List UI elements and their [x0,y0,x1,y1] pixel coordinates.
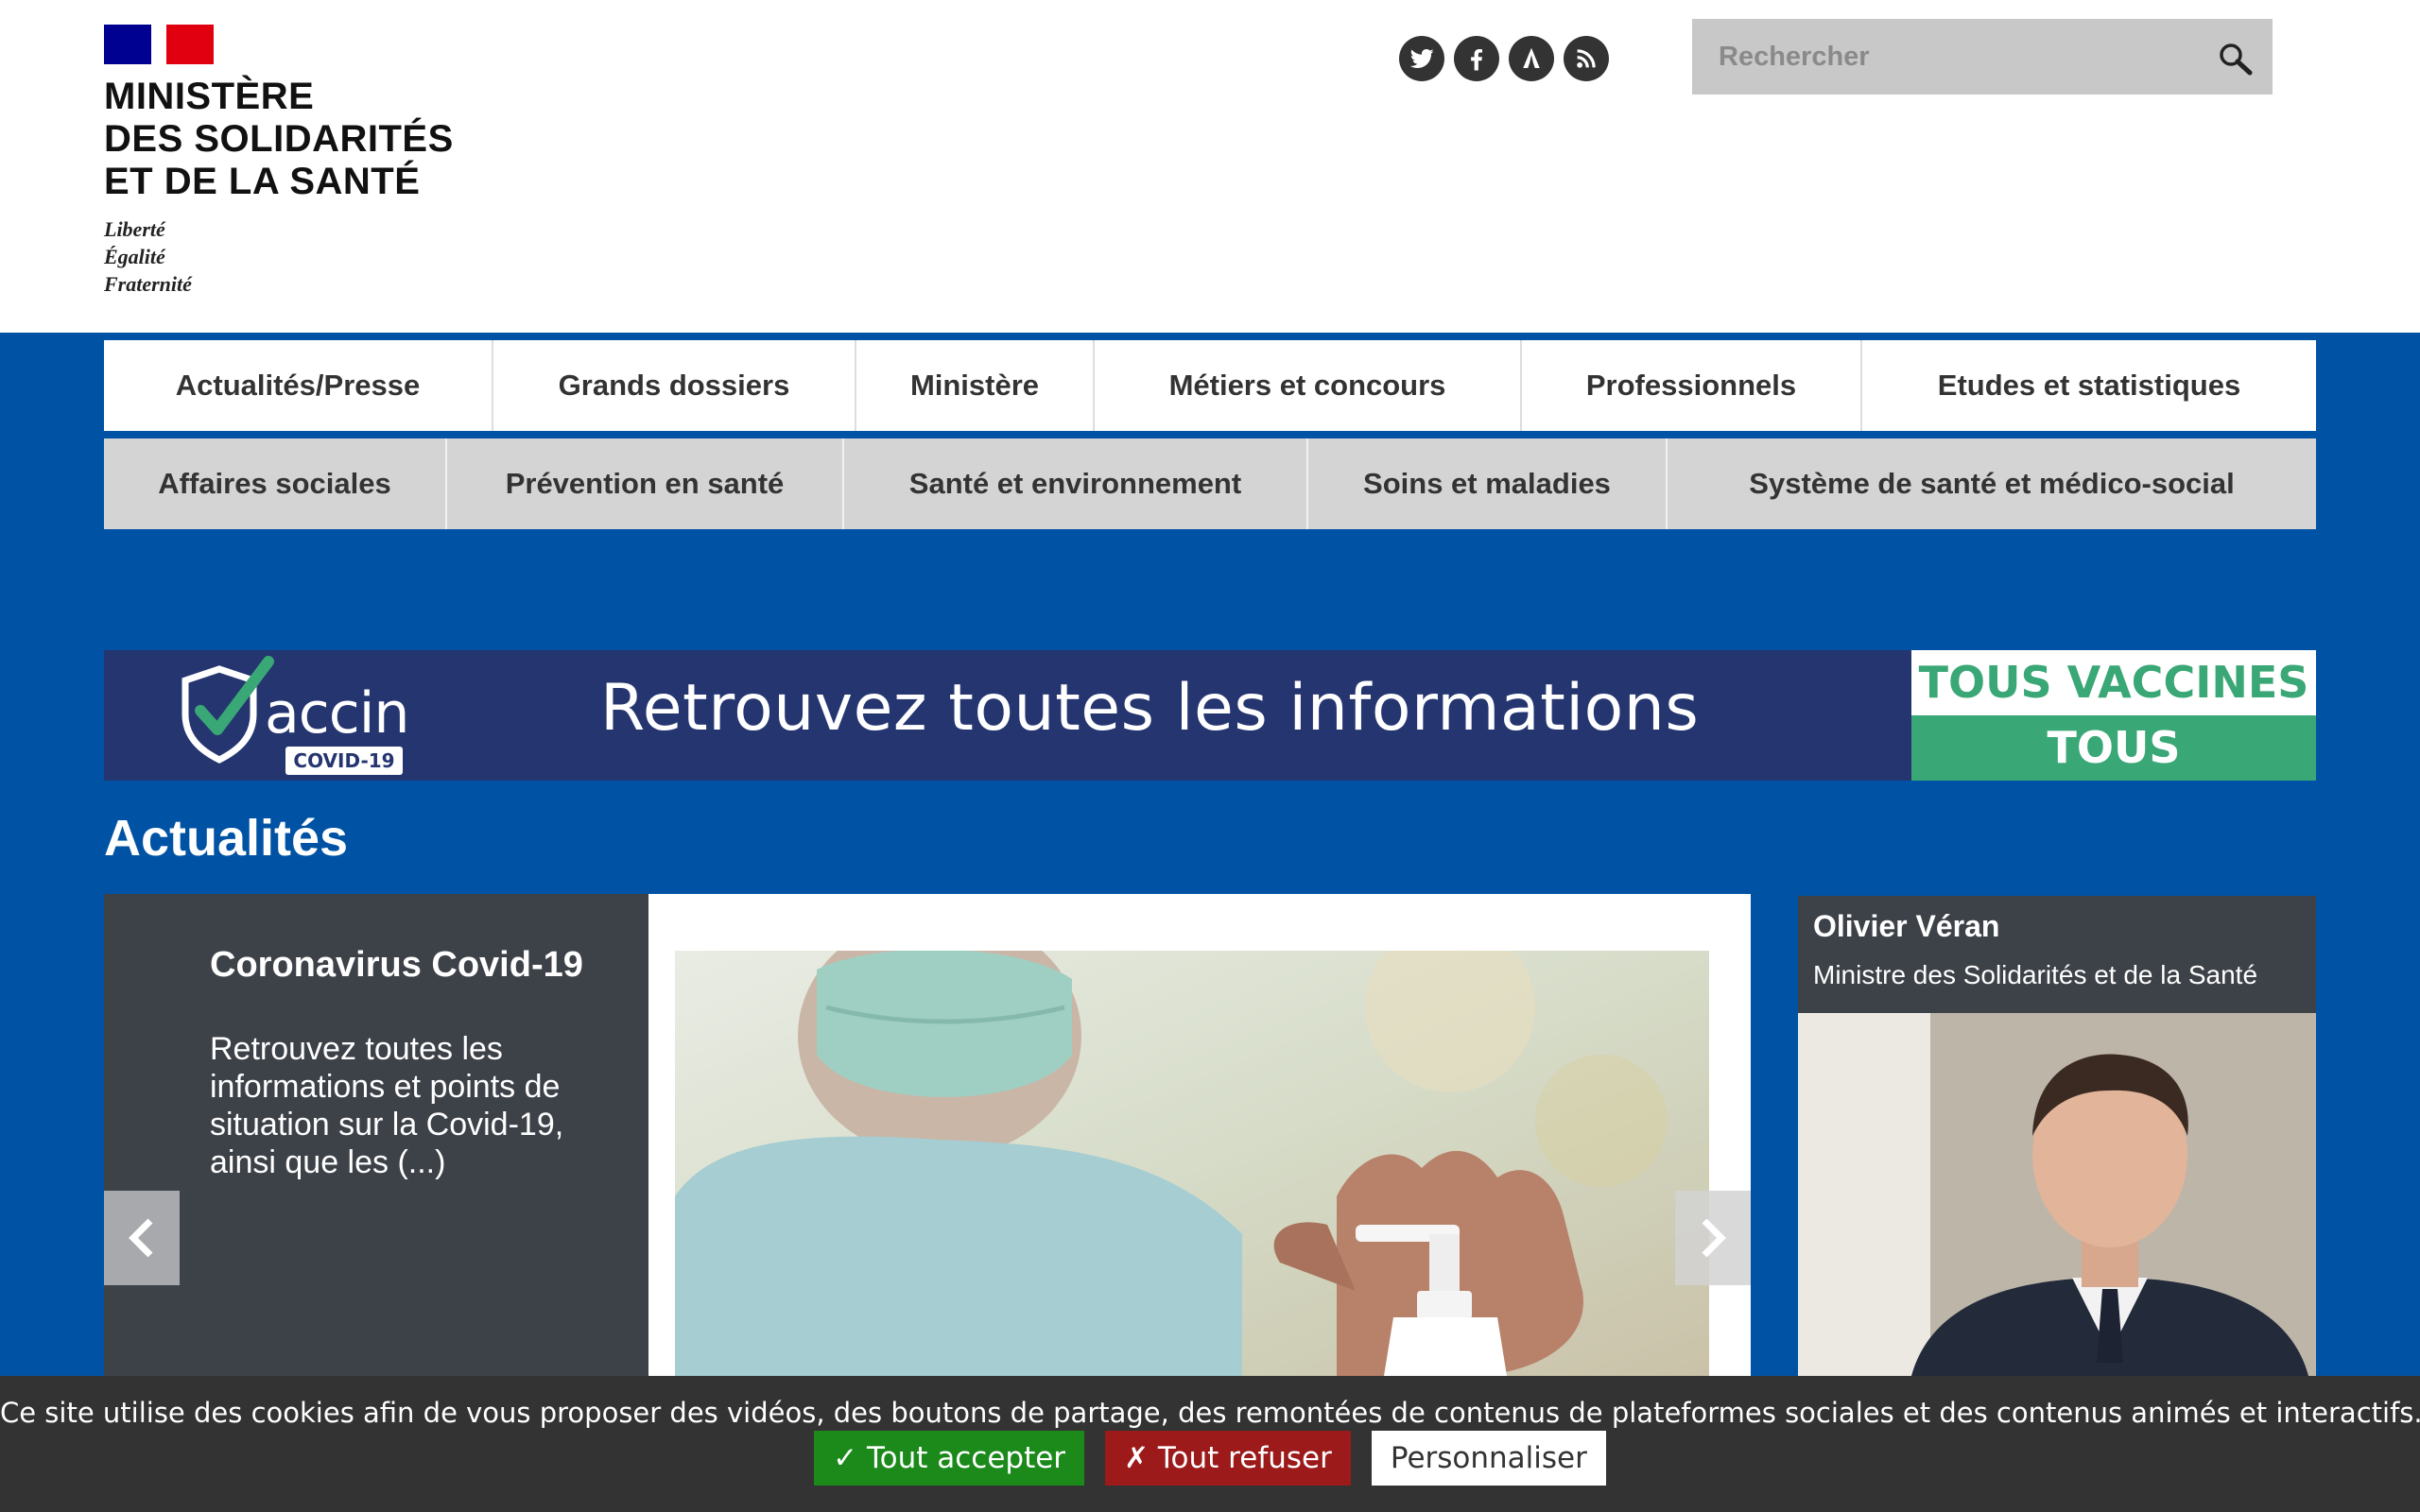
facebook-icon[interactable] [1454,36,1499,81]
motto-line: Fraternité [104,272,192,296]
slogan-bottom: TOUS PROTEGES [1911,715,2316,781]
nav-item-etudes-statistiques[interactable]: Etudes et statistiques [1862,340,2316,431]
nav-item-ministere[interactable]: Ministère [856,340,1095,431]
covid-tag: COVID-19 [285,747,403,775]
ministry-name-line: DES SOLIDARITÉS [104,118,454,160]
ministry-name-line: MINISTÈRE [104,76,315,117]
cookie-banner: Ce site utilise des cookies afin de vous… [0,1376,2420,1512]
minister-name[interactable]: Olivier Véran [1813,909,1999,944]
search-icon[interactable] [2216,40,2254,77]
rss-icon[interactable] [1564,36,1609,81]
vaccin-covid-logo: accin COVID-19 [174,656,420,777]
ministry-logo[interactable]: MINISTÈRE DES SOLIDARITÉS ET DE LA SANTÉ… [104,25,501,299]
chevron-right-icon [1702,1218,1726,1258]
section-title-actualites: Actualités [104,810,349,867]
nav-item-sante-environnement[interactable]: Santé et environnement [844,438,1308,529]
site-header: MINISTÈRE DES SOLIDARITÉS ET DE LA SANTÉ… [0,0,2420,333]
minister-role: Ministre des Solidarités et de la Santé [1813,960,2258,989]
customize-button[interactable]: Personnaliser [1371,1431,1606,1486]
ministry-name: MINISTÈRE DES SOLIDARITÉS ET DE LA SANTÉ [104,76,454,203]
accept-all-button[interactable]: ✓ Tout accepter [814,1431,1085,1486]
refuse-all-button[interactable]: ✗ Tout refuser [1105,1431,1351,1486]
news-image[interactable] [648,894,1751,1376]
banner-text: Retrouvez toutes les informations [600,671,1700,746]
motto-line: Liberté [104,217,165,241]
ministry-name-line: ET DE LA SANTÉ [104,161,421,202]
news-summary: Retrouvez toutes les informations et poi… [210,1031,564,1180]
nav-item-systeme-sante[interactable]: Système de santé et médico-social [1668,438,2316,529]
minister-card[interactable]: Olivier Véran Ministre des Solidarités e… [1798,896,2316,1376]
nav-item-affaires-sociales[interactable]: Affaires sociales [104,438,447,529]
motto-line: Égalité [104,245,165,268]
nav-item-metiers-concours[interactable]: Métiers et concours [1095,340,1522,431]
cookie-message: Ce site utilise des cookies afin de vous… [0,1397,2420,1429]
search-box [1692,19,2273,94]
republic-motto: Liberté Égalité Fraternité [104,215,192,298]
nav-item-soins-maladies[interactable]: Soins et maladies [1308,438,1668,529]
carousel-prev-button[interactable] [104,1191,180,1285]
search-input[interactable] [1692,19,2193,94]
chevron-left-icon [129,1218,153,1258]
vaccine-banner[interactable]: accin COVID-19 Retrouvez toutes les info… [104,650,2316,781]
dailymotion-icon[interactable] [1509,36,1554,81]
social-links [1399,36,1609,81]
slogan-top: TOUS VACCINES [1911,650,2316,715]
marianne-flag-icon [104,25,214,64]
twitter-icon[interactable] [1399,36,1444,81]
nav-item-actualites-presse[interactable]: Actualités/Presse [104,340,493,431]
nav-item-grands-dossiers[interactable]: Grands dossiers [493,340,856,431]
minister-photo [1798,1013,2316,1376]
carousel-next-button[interactable] [1675,1191,1751,1285]
nav-item-professionnels[interactable]: Professionnels [1522,340,1862,431]
cookie-actions: ✓ Tout accepter ✗ Tout refuser Personnal… [0,1431,2420,1486]
news-title[interactable]: Coronavirus Covid-19 [210,945,583,986]
vaccine-slogan: TOUS VACCINES TOUS PROTEGES [1911,650,2316,781]
vaccin-logo-word: accin [265,680,409,747]
news-card-text[interactable]: Coronavirus Covid-19 Retrouvez toutes le… [104,894,648,1376]
nav-item-prevention-sante[interactable]: Prévention en santé [447,438,844,529]
secondary-nav: Affaires sociales Prévention en santé Sa… [104,438,2316,529]
primary-nav: Actualités/Presse Grands dossiers Minist… [104,340,2316,431]
